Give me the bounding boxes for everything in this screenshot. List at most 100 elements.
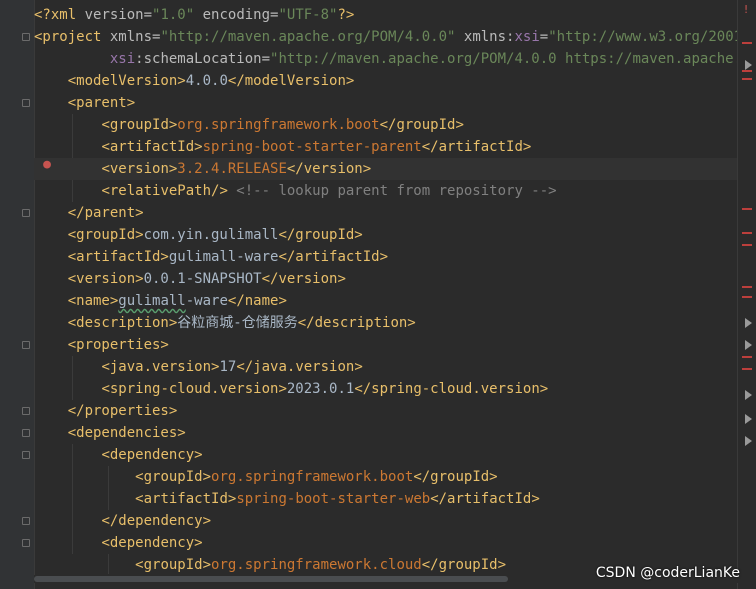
code-token: </dependency>	[101, 513, 212, 529]
error-stripe-mark[interactable]	[742, 70, 752, 72]
fold-marker-dependency-2[interactable]	[22, 539, 30, 547]
code-line[interactable]: <version>3.2.4.RELEASE</version>	[34, 158, 738, 180]
error-lightbulb-icon[interactable]: ●	[40, 157, 54, 173]
fold-marker-parent[interactable]	[22, 99, 30, 107]
error-stripe-mark[interactable]	[742, 42, 752, 44]
code-token: org.springframework.boot	[177, 117, 380, 133]
code-token: 3.2.4.RELEASE	[177, 161, 287, 177]
code-token: "http://maven.apache.org/POM/4.0.0 https…	[270, 51, 738, 67]
code-token: <artifactId>	[135, 491, 237, 507]
code-editor[interactable]: <?xml version="1.0" encoding="UTF-8"?> <p…	[0, 0, 756, 589]
error-stripe[interactable]: !	[737, 0, 756, 589]
code-line[interactable]: <artifactId>spring-boot-starter-parent</…	[34, 136, 738, 158]
code-token: "UTF-8"	[278, 7, 338, 23]
code-token: <artifactId>	[67, 249, 169, 265]
code-token: </version>	[286, 161, 372, 177]
code-token: xmlns=	[101, 29, 161, 45]
code-token: <artifactId>	[101, 139, 203, 155]
code-line[interactable]: <parent>	[34, 92, 738, 114]
code-token: <dependency>	[101, 535, 203, 551]
code-token: </properties>	[67, 403, 178, 419]
code-line[interactable]: <artifactId>gulimall-ware</artifactId>	[34, 246, 738, 268]
code-line[interactable]: <dependency>	[34, 444, 738, 466]
fold-marker-dependency[interactable]	[22, 451, 30, 459]
code-line[interactable]: <dependency>	[34, 532, 738, 554]
code-token: xsi	[109, 51, 136, 67]
code-line[interactable]: <groupId>org.springframework.boot</group…	[34, 466, 738, 488]
code-line[interactable]: </dependency>	[34, 510, 738, 532]
code-token: </groupId>	[413, 469, 498, 485]
code-line[interactable]: <properties>	[34, 334, 738, 356]
code-line[interactable]: <artifactId>spring-boot-starter-web</art…	[34, 488, 738, 510]
code-token: "http://www.w3.org/2001/XMLSchema-instan…	[548, 29, 738, 45]
code-line[interactable]: <description>谷粒商城-仓储服务</description>	[34, 312, 738, 334]
code-token: com.yin.gulimall	[143, 227, 279, 243]
exclamation-icon[interactable]: !	[740, 4, 752, 16]
code-token: gulimall-ware	[168, 249, 279, 265]
code-line[interactable]: <modelVersion>4.0.0</modelVersion>	[34, 70, 738, 92]
navigate-arrow-icon[interactable]	[745, 340, 752, 350]
code-line[interactable]: xsi:schemaLocation="http://maven.apache.…	[34, 48, 738, 70]
code-token: <groupId>	[101, 117, 178, 133]
fold-marker-dependency-end[interactable]	[22, 517, 30, 525]
navigate-arrow-icon[interactable]	[745, 60, 752, 70]
scrollbar-thumb[interactable]	[34, 576, 508, 582]
code-line[interactable]: <java.version>17</java.version>	[34, 356, 738, 378]
code-token: xsi	[514, 29, 540, 45]
code-token: </groupId>	[278, 227, 363, 243]
code-line[interactable]: <version>0.0.1-SNAPSHOT</version>	[34, 268, 738, 290]
code-line[interactable]: <spring-cloud.version>2023.0.1</spring-c…	[34, 378, 738, 400]
fold-marker-parent-end[interactable]	[22, 209, 30, 217]
code-token: <spring-cloud.version>	[101, 381, 287, 397]
code-token: gulimall	[118, 293, 186, 309]
navigate-arrow-icon[interactable]	[745, 436, 752, 446]
code-token: <project	[34, 29, 102, 45]
fold-marker-properties[interactable]	[22, 341, 30, 349]
error-stripe-mark[interactable]	[742, 232, 752, 234]
code-token: </artifactId>	[278, 249, 389, 265]
error-stripe-mark[interactable]	[742, 368, 752, 370]
error-stripe-mark[interactable]	[742, 356, 752, 358]
navigate-arrow-icon[interactable]	[745, 414, 752, 424]
error-stripe-mark[interactable]	[742, 286, 752, 288]
code-line[interactable]: <groupId>org.springframework.boot</group…	[34, 114, 738, 136]
error-stripe-mark[interactable]	[742, 296, 752, 298]
error-stripe-mark[interactable]	[742, 244, 752, 246]
code-line[interactable]: <?xml version="1.0" encoding="UTF-8"?>	[34, 4, 738, 26]
code-line[interactable]: <relativePath/> <!-- lookup parent from …	[34, 180, 738, 202]
code-line[interactable]: </parent>	[34, 202, 738, 224]
fold-marker-project[interactable]	[22, 33, 30, 41]
code-line[interactable]: </properties>	[34, 400, 738, 422]
code-token: 谷粒商城-仓储服务	[177, 315, 298, 331]
code-line[interactable]: <groupId>com.yin.gulimall</groupId>	[34, 224, 738, 246]
code-token: -ware	[185, 293, 228, 309]
code-area[interactable]: <?xml version="1.0" encoding="UTF-8"?> <p…	[34, 4, 738, 575]
navigate-arrow-icon[interactable]	[745, 390, 752, 400]
fold-marker-dependencies[interactable]	[22, 429, 30, 437]
code-token: 17	[219, 359, 237, 375]
code-line[interactable]: <dependencies>	[34, 422, 738, 444]
fold-marker-properties-end[interactable]	[22, 407, 30, 415]
code-token: </version>	[261, 271, 346, 287]
code-token: <groupId>	[135, 557, 212, 573]
code-token: <name>	[67, 293, 119, 309]
code-token: org.springframework.cloud	[211, 557, 422, 573]
code-line[interactable]: <project xmlns="http://maven.apache.org/…	[34, 26, 738, 48]
code-line[interactable]: <name>gulimall-ware</name>	[34, 290, 738, 312]
editor-gutter[interactable]	[0, 0, 35, 589]
error-stripe-mark[interactable]	[742, 78, 752, 80]
code-token: <version>	[101, 161, 178, 177]
error-stripe-mark[interactable]	[742, 208, 752, 210]
navigate-arrow-icon[interactable]	[745, 318, 752, 328]
code-token: <!-- lookup parent from repository -->	[227, 183, 557, 199]
